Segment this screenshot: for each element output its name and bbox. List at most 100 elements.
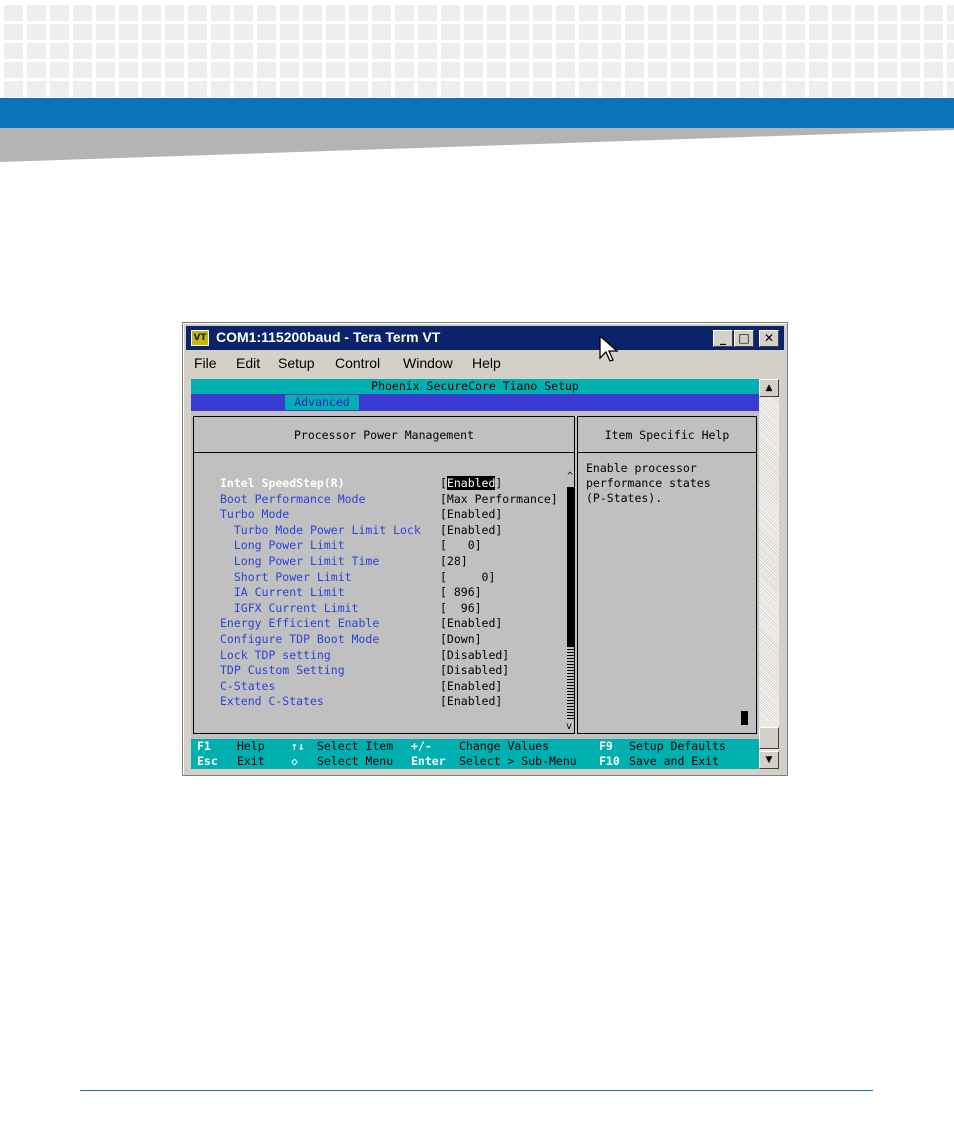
selected-value-highlight[interactable]: Enabled (446, 476, 496, 490)
header-tile (809, 5, 828, 21)
minimize-button[interactable]: _ (713, 330, 733, 347)
header-tile (579, 24, 598, 40)
header-tile (165, 5, 184, 21)
header-tile (671, 62, 690, 78)
header-tile (786, 81, 805, 97)
help-title: Item Specific Help (578, 417, 756, 453)
setting-value[interactable]: [ 96] (440, 600, 482, 616)
header-tile (188, 43, 207, 59)
header-tile (694, 43, 713, 59)
setting-value[interactable]: [Down] (440, 631, 482, 647)
header-tile (395, 43, 414, 59)
setting-label: Long Power Limit Time (220, 554, 380, 568)
header-tile (533, 81, 552, 97)
header-tile (326, 62, 345, 78)
window-vertical-scrollbar[interactable]: ▲ ▼ (759, 379, 779, 769)
bios-title: Phoenix SecureCore Tiano Setup (191, 379, 759, 394)
header-tile (464, 81, 483, 97)
header-tile (878, 62, 897, 78)
header-tile (441, 81, 460, 97)
header-tile (694, 24, 713, 40)
terminal-screen[interactable]: Phoenix SecureCore Tiano Setup Advanced … (191, 379, 759, 769)
header-tile (510, 62, 529, 78)
header-tile (73, 62, 92, 78)
header-tile (280, 62, 299, 78)
header-tile (188, 62, 207, 78)
header-tile (280, 24, 299, 40)
tab-advanced[interactable]: Advanced (285, 395, 359, 410)
header-tile (27, 5, 46, 21)
header-tile (625, 5, 644, 21)
header-tile (671, 5, 690, 21)
setting-value[interactable]: [Enabled] (440, 678, 502, 694)
tera-term-app-icon[interactable]: VT (191, 330, 209, 346)
header-tile (694, 81, 713, 97)
setting-label: Configure TDP Boot Mode (220, 632, 380, 646)
scrollbar-down-arrow-icon[interactable]: ▼ (759, 751, 779, 769)
close-button[interactable]: ✕ (759, 330, 779, 347)
header-tile (418, 62, 437, 78)
header-tile (349, 62, 368, 78)
scrollbar-thumb[interactable] (759, 727, 779, 749)
setting-value[interactable]: [Enabled] (440, 522, 502, 538)
setting-value[interactable]: [Enabled] (440, 475, 502, 491)
setting-value[interactable]: [28] (440, 553, 468, 569)
header-tile (441, 43, 460, 59)
header-tile (349, 81, 368, 97)
key-esc: Esc (197, 754, 218, 768)
header-tile (50, 62, 69, 78)
key-updown-desc: Select Item (317, 739, 394, 753)
setting-value[interactable]: [Enabled] (440, 615, 502, 631)
menu-setup[interactable]: Setup (278, 355, 315, 371)
header-tile (556, 5, 575, 21)
menu-edit[interactable]: Edit (236, 355, 260, 371)
setting-value[interactable]: [Enabled] (440, 506, 502, 522)
header-tile (901, 24, 920, 40)
header-tile-pattern (0, 0, 954, 98)
maximize-button[interactable]: □ (734, 330, 754, 347)
header-tile (119, 5, 138, 21)
setting-value[interactable]: [Max Performance] (440, 491, 558, 507)
scrollbar-up-arrow-icon[interactable]: ▲ (759, 379, 779, 397)
setting-value[interactable]: [ 0] (440, 569, 495, 585)
setting-value[interactable]: [Enabled] (440, 693, 502, 709)
menu-control[interactable]: Control (335, 355, 380, 371)
header-tile (763, 5, 782, 21)
header-tile (73, 43, 92, 59)
menu-file[interactable]: File (194, 355, 217, 371)
header-tile (648, 24, 667, 40)
header-tile (717, 62, 736, 78)
header-tile (556, 81, 575, 97)
setting-label: IA Current Limit (220, 585, 345, 600)
header-tile (602, 81, 621, 97)
setting-label: Turbo Mode Power Limit Lock (220, 522, 421, 537)
header-tile (717, 43, 736, 59)
footer-rule (80, 1090, 873, 1091)
header-tile (395, 62, 414, 78)
header-tile (280, 81, 299, 97)
menu-help[interactable]: Help (472, 355, 501, 371)
header-tile (50, 81, 69, 97)
header-tile (533, 43, 552, 59)
header-tile (395, 81, 414, 97)
header-tile (257, 5, 276, 21)
header-tile (487, 43, 506, 59)
header-tile (671, 81, 690, 97)
header-tile (579, 81, 598, 97)
header-tile (556, 24, 575, 40)
key-esc-desc: Exit (237, 754, 265, 768)
key-f10: F10 (599, 754, 620, 768)
window-title-bar[interactable]: VT COM1:115200baud - Tera Term VT _ □ ✕ (186, 326, 784, 350)
menu-window[interactable]: Window (403, 355, 453, 371)
header-tile (533, 5, 552, 21)
header-tile (510, 24, 529, 40)
setting-value[interactable]: [ 0] (440, 537, 482, 553)
header-tile (717, 5, 736, 21)
header-tile (602, 5, 621, 21)
setting-value[interactable]: [Disabled] (440, 647, 509, 663)
header-tile (947, 5, 954, 21)
setting-value[interactable]: [Disabled] (440, 662, 509, 678)
header-tile (648, 62, 667, 78)
setting-value[interactable]: [ 896] (440, 584, 482, 600)
header-tile (648, 5, 667, 21)
